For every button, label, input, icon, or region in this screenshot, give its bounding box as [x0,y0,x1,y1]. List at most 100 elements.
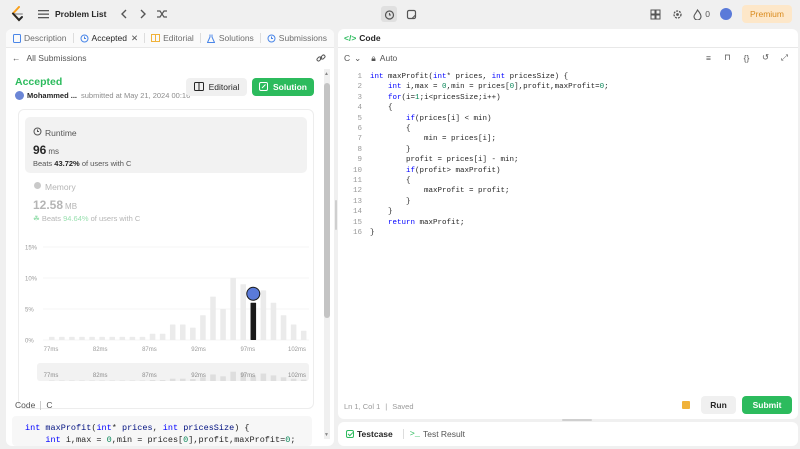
overview-bar [190,379,196,381]
chart-bar [149,333,156,340]
code-line: for(i=1;i<pricesSize;i++) [388,93,501,102]
bug-icon: ☘ [33,214,40,223]
tab-editorial[interactable]: Editorial [151,33,194,43]
editor-status: Ln 1, Col 1 | Saved [344,402,414,411]
runtime-card[interactable]: Runtime 96 ms Beats 43.72% of users with … [25,117,307,173]
overview-bar [290,378,297,381]
tab-testcase[interactable]: Testcase [346,429,393,439]
line-number: 10 [352,166,362,175]
chart-bar [300,330,307,340]
history-icon [267,34,276,43]
note-icon [406,9,416,19]
code-label: Code [15,400,36,410]
editorial-button[interactable]: Editorial [186,78,247,96]
chart-bar [89,336,95,340]
username[interactable]: Mohammed ... [27,91,77,100]
top-bar: Problem List 0 Premium [0,0,800,28]
code-editor[interactable]: 1 int maxProfit(int* prices, int pricesSi… [338,69,798,389]
braces-icon[interactable]: {} [741,52,752,63]
solution-button[interactable]: Solution [252,78,314,96]
runtime-distribution-chart[interactable]: 15% 10% 5% 0% 77ms 77ms 82ms 82ms 87ms 87ms 92ms 92… [19,235,315,405]
chart-bar [200,315,206,340]
run-button[interactable]: Run [701,396,736,414]
flask-icon [207,34,216,43]
x-tick-label: 97ms [240,347,255,353]
problem-list-icon[interactable] [38,9,49,19]
line-number: 13 [352,197,362,206]
code-line: int maxProfit(int* prices, int pricesSiz… [25,423,250,433]
gear-icon[interactable] [671,8,683,20]
leetcode-logo-icon[interactable] [10,6,24,22]
code-line: if(profit> maxProfit) [406,166,501,175]
chevron-left-icon[interactable] [118,8,130,20]
arrow-left-icon[interactable]: ← [12,53,21,63]
tab-description[interactable]: Description [12,33,67,43]
line-number: 8 [357,145,362,154]
line-number: 11 [352,177,362,185]
console-toggle-icon[interactable] [681,400,691,410]
y-tick-label: 0% [25,339,34,345]
tab-submissions[interactable]: Submissions [267,33,327,43]
lock-icon: 🔒︎ [371,52,376,63]
code-line: int i,max = 0,min = prices[0],profit,max… [45,435,296,445]
chart-bar [210,296,216,340]
shuffle-icon[interactable] [156,8,168,20]
line-number: 9 [357,156,362,165]
scroll-up-icon[interactable]: ▲ [324,71,329,77]
user-avatar[interactable] [719,8,732,20]
line-number: 12 [352,187,362,196]
premium-button[interactable]: Premium [741,5,792,23]
language-select[interactable]: C ⌄ [344,53,361,64]
left-scrollbar[interactable]: ▲ ▼ [324,69,330,439]
chart-bar [79,336,85,340]
link-icon[interactable] [316,53,326,65]
submit-button[interactable]: Submit [742,396,792,414]
overview-panel [37,363,309,381]
scroll-thumb[interactable] [324,83,330,318]
chevron-right-icon[interactable] [137,8,149,20]
code-editor-panel: </> Code C ⌄ 🔒︎ Auto ≡ ⊓ {} ↺ ⤢ 1 int maxPr… [338,29,798,419]
alarm-clock-icon [384,9,394,20]
bookmark-icon[interactable]: ⊓ [722,52,733,63]
scroll-down-icon[interactable]: ▼ [324,432,329,438]
checkbox-icon [346,430,354,438]
problem-list-link[interactable]: Problem List [55,9,106,19]
horizontal-splitter[interactable] [562,419,592,421]
overview-bar [230,371,236,381]
tab-divider [402,429,404,439]
chart-bar [180,324,186,340]
tab-code[interactable]: Code [359,33,380,43]
streak-counter[interactable]: 0 [693,8,710,20]
memory-beats: ☘ Beats 94.64% of users with C [33,214,141,223]
notes-button[interactable] [403,6,419,22]
fullscreen-icon[interactable]: ⤢ [779,52,790,63]
auto-mode-toggle[interactable]: 🔒︎ Auto [371,53,397,64]
close-icon[interactable]: ✕ [131,33,138,44]
chevron-down-icon: ⌄ [354,52,362,63]
line-number: 4 [357,104,362,113]
runtime-value: 96 ms [33,143,60,157]
code-language: C [46,400,53,410]
memory-card[interactable]: Memory 12.58 MB ☘ Beats 94.64% of users w… [33,181,140,224]
y-tick-label: 10% [25,277,38,283]
layout-grid-icon[interactable] [649,8,661,20]
overview-bar [220,376,226,381]
overview-bar [159,380,166,381]
chart-bar [49,336,55,340]
chart-bar [280,315,287,340]
format-icon[interactable]: ≡ [703,52,714,63]
left-tab-bar: Description Accepted ✕ Editorial Solution… [6,29,334,48]
overview-bar [180,378,186,381]
y-tick-label: 5% [25,308,34,314]
tab-accepted[interactable]: Accepted ✕ [80,33,138,44]
code-preview[interactable]: int maxProfit(int* prices, int pricesSiz… [12,416,312,446]
vertical-splitter[interactable] [335,200,337,230]
tab-solutions[interactable]: Solutions [207,33,254,43]
line-number: 2 [357,83,362,92]
tab-test-result[interactable]: >_ Test Result [410,429,465,439]
user-marker-avatar [246,286,261,301]
timer-button[interactable] [381,6,397,22]
reset-icon[interactable]: ↺ [760,52,771,63]
all-submissions-link[interactable]: All Submissions [27,53,87,63]
avatar[interactable] [15,91,24,100]
